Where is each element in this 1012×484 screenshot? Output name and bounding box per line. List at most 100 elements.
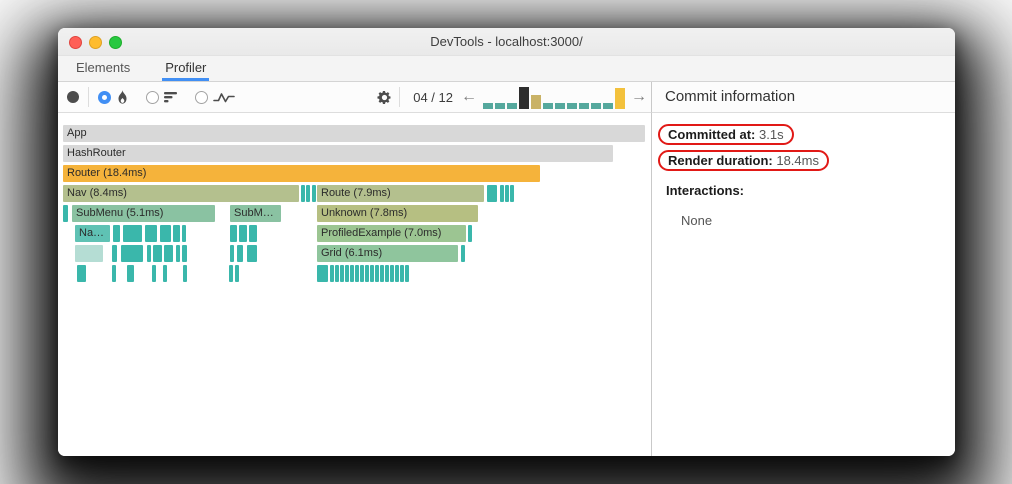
flamegraph-radio[interactable]	[98, 90, 111, 104]
flame-bar[interactable]	[340, 265, 344, 282]
flame-bar[interactable]	[183, 265, 187, 282]
mode-ranked[interactable]	[146, 90, 179, 104]
mode-interactions[interactable]	[195, 90, 235, 104]
flame-bar-na[interactable]: Na…	[75, 225, 110, 242]
flame-bar[interactable]	[230, 225, 237, 242]
flame-bar-route[interactable]: Route (7.9ms)	[317, 185, 484, 202]
commit-info-header: Commit information	[652, 82, 955, 113]
flame-bar-unknown[interactable]: Unknown (7.8ms)	[317, 205, 478, 222]
commit-bar-11[interactable]	[603, 102, 613, 109]
flame-bar[interactable]	[405, 265, 409, 282]
flame-bar[interactable]	[235, 265, 239, 282]
flame-bar[interactable]	[461, 245, 465, 262]
render-duration-value: 18.4ms	[772, 153, 819, 168]
flame-bar[interactable]	[317, 265, 328, 282]
prev-commit-button[interactable]: ←	[457, 83, 481, 111]
mode-flamegraph[interactable]	[98, 90, 129, 104]
commit-bar-7[interactable]	[555, 102, 565, 109]
flame-bar[interactable]	[173, 225, 180, 242]
commit-bar-6[interactable]	[543, 102, 553, 109]
flame-bar-hashrouter[interactable]: HashRouter	[63, 145, 613, 162]
commit-bar-10[interactable]	[591, 102, 601, 109]
profiler-toolbar: 04 / 12 ← →	[58, 82, 652, 113]
tab-elements[interactable]: Elements	[73, 56, 133, 81]
flame-bar[interactable]	[160, 225, 171, 242]
record-button[interactable]	[67, 91, 79, 103]
flame-bar-subm[interactable]: SubM…	[230, 205, 281, 222]
flame-bar[interactable]	[247, 245, 257, 262]
flame-bar[interactable]	[330, 265, 334, 282]
flame-bar[interactable]	[121, 245, 143, 262]
flame-bar-profiledexample[interactable]: ProfiledExample (7.0ms)	[317, 225, 466, 242]
commit-bar-8[interactable]	[567, 102, 577, 109]
flame-bar[interactable]	[112, 245, 117, 262]
flame-bar[interactable]	[468, 225, 472, 242]
minimize-button[interactable]	[89, 35, 102, 49]
flame-bar[interactable]	[145, 225, 157, 242]
flame-bar[interactable]	[306, 185, 310, 202]
flame-bar[interactable]	[152, 265, 156, 282]
flame-bar-nav[interactable]: Nav (8.4ms)	[63, 185, 299, 202]
flame-bar[interactable]	[335, 265, 339, 282]
flame-bar[interactable]	[63, 205, 68, 222]
flame-bar[interactable]	[249, 225, 257, 242]
maximize-button[interactable]	[109, 35, 122, 49]
interactions-radio[interactable]	[195, 90, 208, 104]
flame-bar[interactable]	[500, 185, 504, 202]
flame-bar[interactable]	[355, 265, 359, 282]
commit-selector[interactable]	[483, 86, 625, 109]
flame-bar[interactable]	[380, 265, 384, 282]
flame-bar[interactable]	[237, 245, 243, 262]
flame-bar[interactable]	[345, 265, 349, 282]
flame-bar[interactable]	[123, 225, 142, 242]
flame-bar[interactable]	[147, 245, 151, 262]
flame-bar[interactable]	[395, 265, 399, 282]
flame-bar-submenu[interactable]: SubMenu (5.1ms)	[72, 205, 215, 222]
traffic-lights	[69, 35, 122, 49]
flame-bar[interactable]	[239, 225, 247, 242]
flame-bar[interactable]	[487, 185, 497, 202]
flame-bar[interactable]	[153, 245, 162, 262]
commit-bar-3[interactable]	[507, 102, 517, 109]
flame-bar[interactable]	[182, 245, 187, 262]
flame-bar[interactable]	[375, 265, 379, 282]
flame-bar[interactable]	[390, 265, 394, 282]
flame-bar[interactable]	[385, 265, 389, 282]
flame-bar[interactable]	[400, 265, 404, 282]
flame-bar[interactable]	[164, 245, 173, 262]
titlebar: DevTools - localhost:3000/	[58, 28, 955, 56]
flame-bar[interactable]	[230, 245, 234, 262]
commit-bar-12[interactable]	[615, 87, 625, 109]
close-button[interactable]	[69, 35, 82, 49]
flame-bar-app[interactable]: App	[63, 125, 645, 142]
flame-bar[interactable]	[127, 265, 134, 282]
flame-bar[interactable]	[365, 265, 369, 282]
commit-bar-4[interactable]	[519, 86, 529, 109]
flame-bar[interactable]	[113, 225, 120, 242]
flame-bar[interactable]	[370, 265, 374, 282]
tab-profiler[interactable]: Profiler	[162, 56, 209, 81]
ranked-radio[interactable]	[146, 90, 159, 104]
flame-bar[interactable]	[182, 225, 186, 242]
flame-bar[interactable]	[510, 185, 514, 202]
flame-bar[interactable]	[229, 265, 233, 282]
next-commit-button[interactable]: →	[627, 83, 651, 111]
committed-at-label: Committed at:	[668, 127, 756, 142]
commit-bar-5[interactable]	[531, 94, 541, 109]
flame-bar[interactable]	[163, 265, 167, 282]
commit-bar-9[interactable]	[579, 102, 589, 109]
flame-bar[interactable]	[75, 245, 103, 262]
commit-bar-2[interactable]	[495, 102, 505, 109]
flame-bar[interactable]	[350, 265, 354, 282]
flame-bar[interactable]	[505, 185, 509, 202]
flame-bar[interactable]	[112, 265, 116, 282]
flame-bar[interactable]	[312, 185, 316, 202]
flame-bar-router[interactable]: Router (18.4ms)	[63, 165, 540, 182]
commit-bar-1[interactable]	[483, 102, 493, 109]
flame-bar-grid[interactable]: Grid (6.1ms)	[317, 245, 458, 262]
settings-button[interactable]	[377, 90, 392, 105]
flame-bar[interactable]	[301, 185, 305, 202]
flame-bar[interactable]	[176, 245, 180, 262]
flame-bar[interactable]	[360, 265, 364, 282]
flame-bar[interactable]	[77, 265, 86, 282]
